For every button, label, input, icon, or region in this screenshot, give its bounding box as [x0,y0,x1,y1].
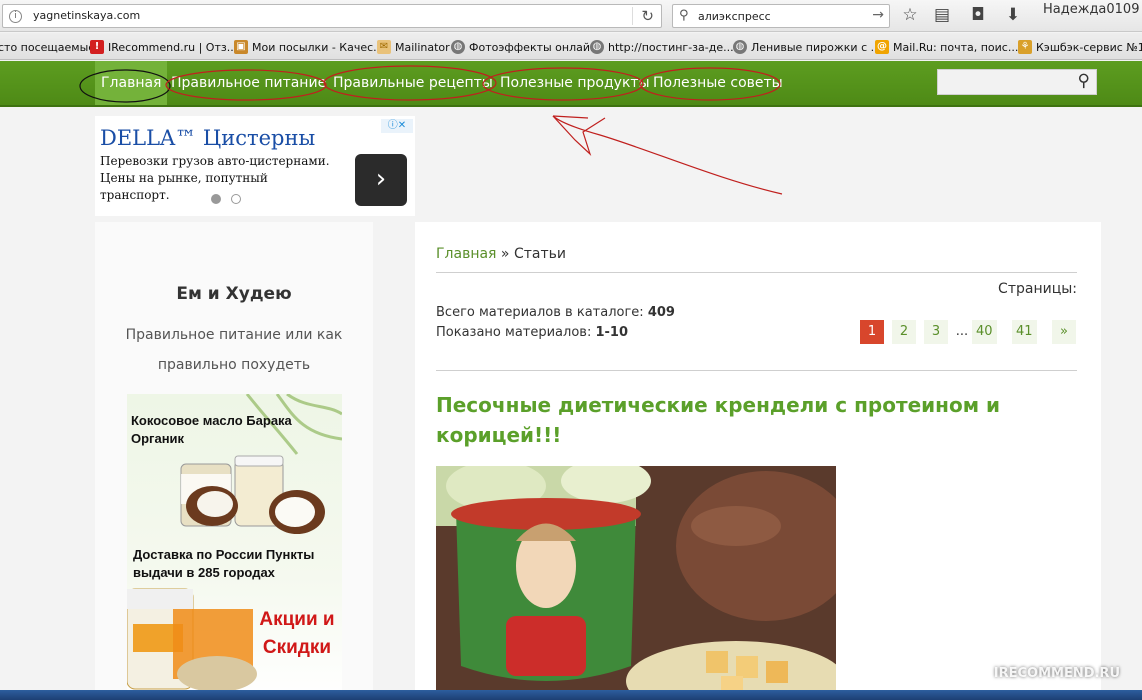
shown-label: Показано материалов: [436,325,596,340]
pages-label: Страницы: [998,281,1077,297]
bookmark-item[interactable]: ⚘ Кэшбэк-сервис №1 - [1018,39,1142,55]
address-bar[interactable]: i yagnetinskaya.com ↻ [2,4,662,28]
shown-materials: Показано материалов: 1-10 [436,325,628,340]
shown-value: 1-10 [595,325,629,340]
cashback-icon: ⚘ [1018,40,1032,54]
pocket-icon[interactable]: ◘ [967,5,989,25]
browser-search-query[interactable]: алиэкспресс [698,10,771,23]
info-icon[interactable]: i [9,10,22,23]
address-divider [632,7,633,25]
browser-toolbar: i yagnetinskaya.com ↻ ⚲ алиэкспресс → ☆ … [0,0,1142,32]
breadcrumb-current: Статьи [513,246,566,262]
page-link[interactable]: 41 [1012,320,1037,344]
bookmark-label: сто посещаемые [0,40,96,54]
globe-icon: ◍ [590,40,604,54]
reading-list-icon[interactable]: ▤ [931,5,953,25]
adchoices-icon[interactable]: ⓘ✕ [381,119,413,133]
divider [436,370,1077,371]
nav-item-proper-nutrition[interactable]: Правильное питание [171,75,326,91]
bookmark-label: http://постинг-за-де... [608,40,734,54]
carousel-dot-active[interactable] [211,194,221,204]
page-link[interactable]: 2 [892,320,916,344]
download-icon[interactable]: ⬇ [1002,5,1024,25]
reload-icon[interactable]: ↻ [641,7,654,25]
main-content: Главная » Статьи Страницы: Всего материа… [415,222,1101,700]
bookmark-label: IRecommend.ru | Отз... [108,40,238,54]
breadcrumb-separator: » [496,246,514,262]
address-url[interactable]: yagnetinskaya.com [33,9,140,22]
bookmark-item[interactable]: ◍ Ленивые пирожки с ... [733,39,881,55]
bookmark-item[interactable]: ✉ Mailinator [377,39,450,55]
sidebar: Ем и Худею Правильное питание или как пр… [95,222,373,700]
ad-title[interactable]: DELLA™ Цистерны [100,126,315,150]
search-icon[interactable]: ⚲ [1078,71,1090,91]
globe-icon: ◍ [451,40,465,54]
nav-item-products[interactable]: Полезные продукты [500,75,650,91]
carousel-dot[interactable] [231,194,241,204]
divider [436,272,1077,273]
article-photo[interactable] [436,466,836,700]
irecommend-icon: ! [90,40,104,54]
bookmark-label: Мои посылки - Качес... [252,40,384,54]
bookmark-item[interactable]: ◍ http://постинг-за-де... [590,39,734,55]
site-title: Ем и Худею [176,284,292,304]
breadcrumb: Главная » Статьи [436,246,566,262]
nav-item-recipes[interactable]: Правильные рецепты [333,75,493,91]
bookmark-item[interactable]: ▣ Мои посылки - Качес... [234,39,384,55]
bookmark-label: Mailinator [395,40,450,54]
mailinator-icon: ✉ [377,40,391,54]
search-icon: ⚲ [679,8,689,23]
page-link[interactable]: 3 [924,320,948,344]
nav-item-tips[interactable]: Полезные советы [653,75,783,91]
chevron-right-icon[interactable]: › [355,154,407,206]
nav-item-home[interactable]: Главная [95,61,168,105]
watermark: IRECOMMEND.RU [993,666,1120,681]
bookmark-label: Фотоэффекты онлайн [469,40,598,54]
site-nav: Главная Правильное питание Правильные ре… [0,61,1142,107]
total-label: Всего материалов в каталоге: [436,305,648,320]
bookmark-label: Mail.Ru: почта, поис... [893,40,1019,54]
bookmarks-bar: сто посещаемые ! IRecommend.ru | Отз... … [0,33,1142,60]
article-title[interactable]: Песочные диетические крендели с протеино… [436,390,1016,450]
total-materials: Всего материалов в каталоге: 409 [436,305,675,320]
total-value: 409 [647,305,675,320]
banner-promo-text: Акции и Скидки [259,609,335,658]
bookmark-item[interactable]: ! IRecommend.ru | Отз... [90,39,237,55]
banner-headline: Кокосовое масло Барака Органик [131,413,292,446]
page-link[interactable]: 40 [972,320,997,344]
page-ellipsis: ... [955,324,969,339]
breadcrumb-home[interactable]: Главная [436,246,496,262]
page-link-current[interactable]: 1 [860,320,884,344]
site-subtitle: Правильное питание или как правильно пох… [125,327,343,373]
bookmark-item[interactable]: ◍ Фотоэффекты онлайн [451,39,597,55]
star-icon[interactable]: ☆ [899,5,921,25]
user-name[interactable]: Надежда0109 [1043,2,1139,17]
sidebar-ad-banner[interactable]: Кокосовое масло Барака Органик Доставка … [127,394,342,700]
page-next[interactable]: » [1052,320,1076,344]
gift-icon: ▣ [234,40,248,54]
site-search-input[interactable]: ⚲ [937,69,1097,95]
bookmark-label: Ленивые пирожки с ... [751,40,882,54]
globe-icon: ◍ [733,40,747,54]
mailru-icon: @ [875,40,889,54]
bookmark-item[interactable]: @ Mail.Ru: почта, поис... [875,39,1018,55]
banner-delivery-text: Доставка по России Пункты выдачи в 285 г… [133,547,315,580]
ad-banner[interactable]: DELLA™ Цистерны Перевозки грузов авто-ци… [95,116,415,216]
arrow-right-icon[interactable]: → [872,7,884,23]
article-photo-artwork [436,466,836,700]
bookmark-item[interactable]: сто посещаемые [0,39,95,55]
os-taskbar [0,690,1142,700]
bookmark-label: Кэшбэк-сервис №1 - [1036,40,1142,54]
browser-search[interactable]: ⚲ алиэкспресс → [672,4,890,28]
